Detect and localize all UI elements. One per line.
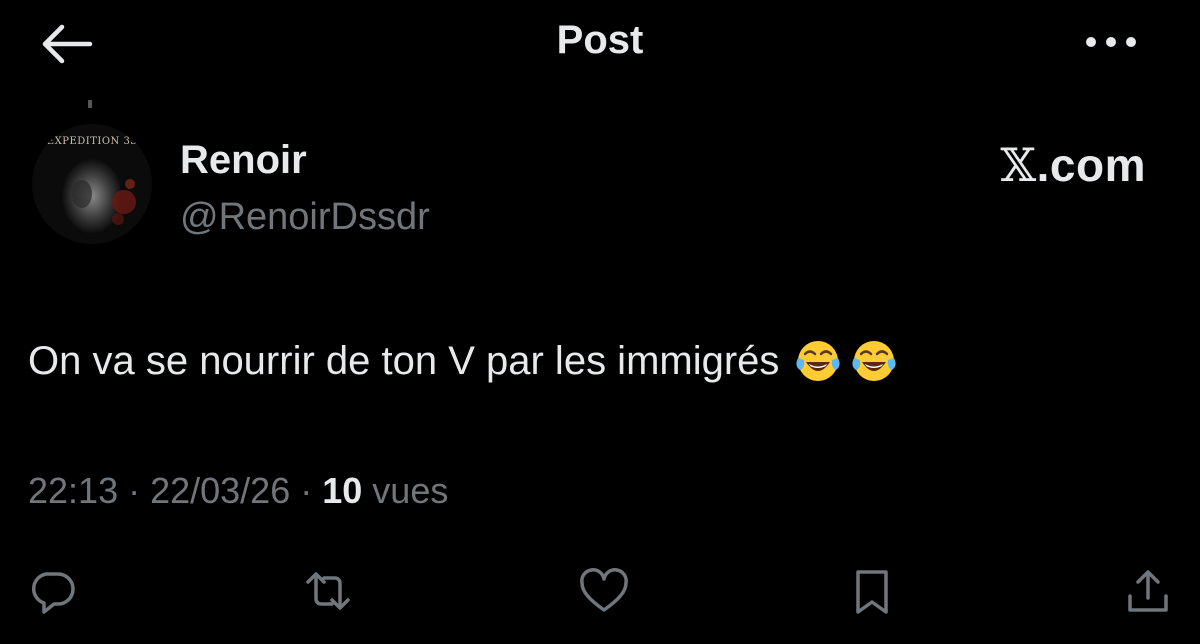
like-icon <box>580 568 628 612</box>
x-logo-icon: 𝕏 <box>1000 138 1037 192</box>
bookmark-icon <box>856 570 888 614</box>
meta-separator: · <box>118 470 151 511</box>
post-metadata: 22:13 · 22/03/26 · 10 vues <box>28 470 448 512</box>
decorative-dot <box>88 100 92 108</box>
reply-button[interactable] <box>26 566 78 616</box>
repost-icon <box>306 572 350 610</box>
avatar-caption: EXPEDITION 33 <box>47 136 137 147</box>
avatar-image: EXPEDITION 33 <box>32 124 152 244</box>
brand-domain: .com <box>1036 139 1146 191</box>
views-label: vues <box>372 470 449 511</box>
tears-of-joy-emoji-icon <box>849 336 899 386</box>
author-display-name[interactable]: Renoir <box>180 138 307 183</box>
bookmark-button[interactable] <box>846 566 898 616</box>
share-icon <box>1128 570 1168 612</box>
post-time[interactable]: 22:13 <box>28 470 118 511</box>
more-options-button[interactable] <box>1082 30 1140 54</box>
avatar[interactable]: EXPEDITION 33 <box>32 124 152 244</box>
tears-of-joy-emoji-icon <box>793 336 843 386</box>
meta-separator: · <box>290 470 323 511</box>
reply-icon <box>31 572 75 614</box>
repost-button[interactable] <box>302 566 354 616</box>
author-handle[interactable]: @RenoirDssdr <box>180 196 430 239</box>
more-horizontal-icon <box>1086 37 1136 47</box>
views-count: 10 <box>322 470 363 511</box>
post-date[interactable]: 22/03/26 <box>150 470 290 511</box>
page-title: Post <box>556 18 644 62</box>
like-button[interactable] <box>578 566 630 616</box>
share-button[interactable] <box>1122 566 1174 616</box>
post-text-body: On va se nourrir de ton V par les immigr… <box>28 338 780 383</box>
post-text: On va se nourrir de ton V par les immigr… <box>28 336 899 386</box>
x-brand-watermark: 𝕏.com <box>1000 138 1146 192</box>
